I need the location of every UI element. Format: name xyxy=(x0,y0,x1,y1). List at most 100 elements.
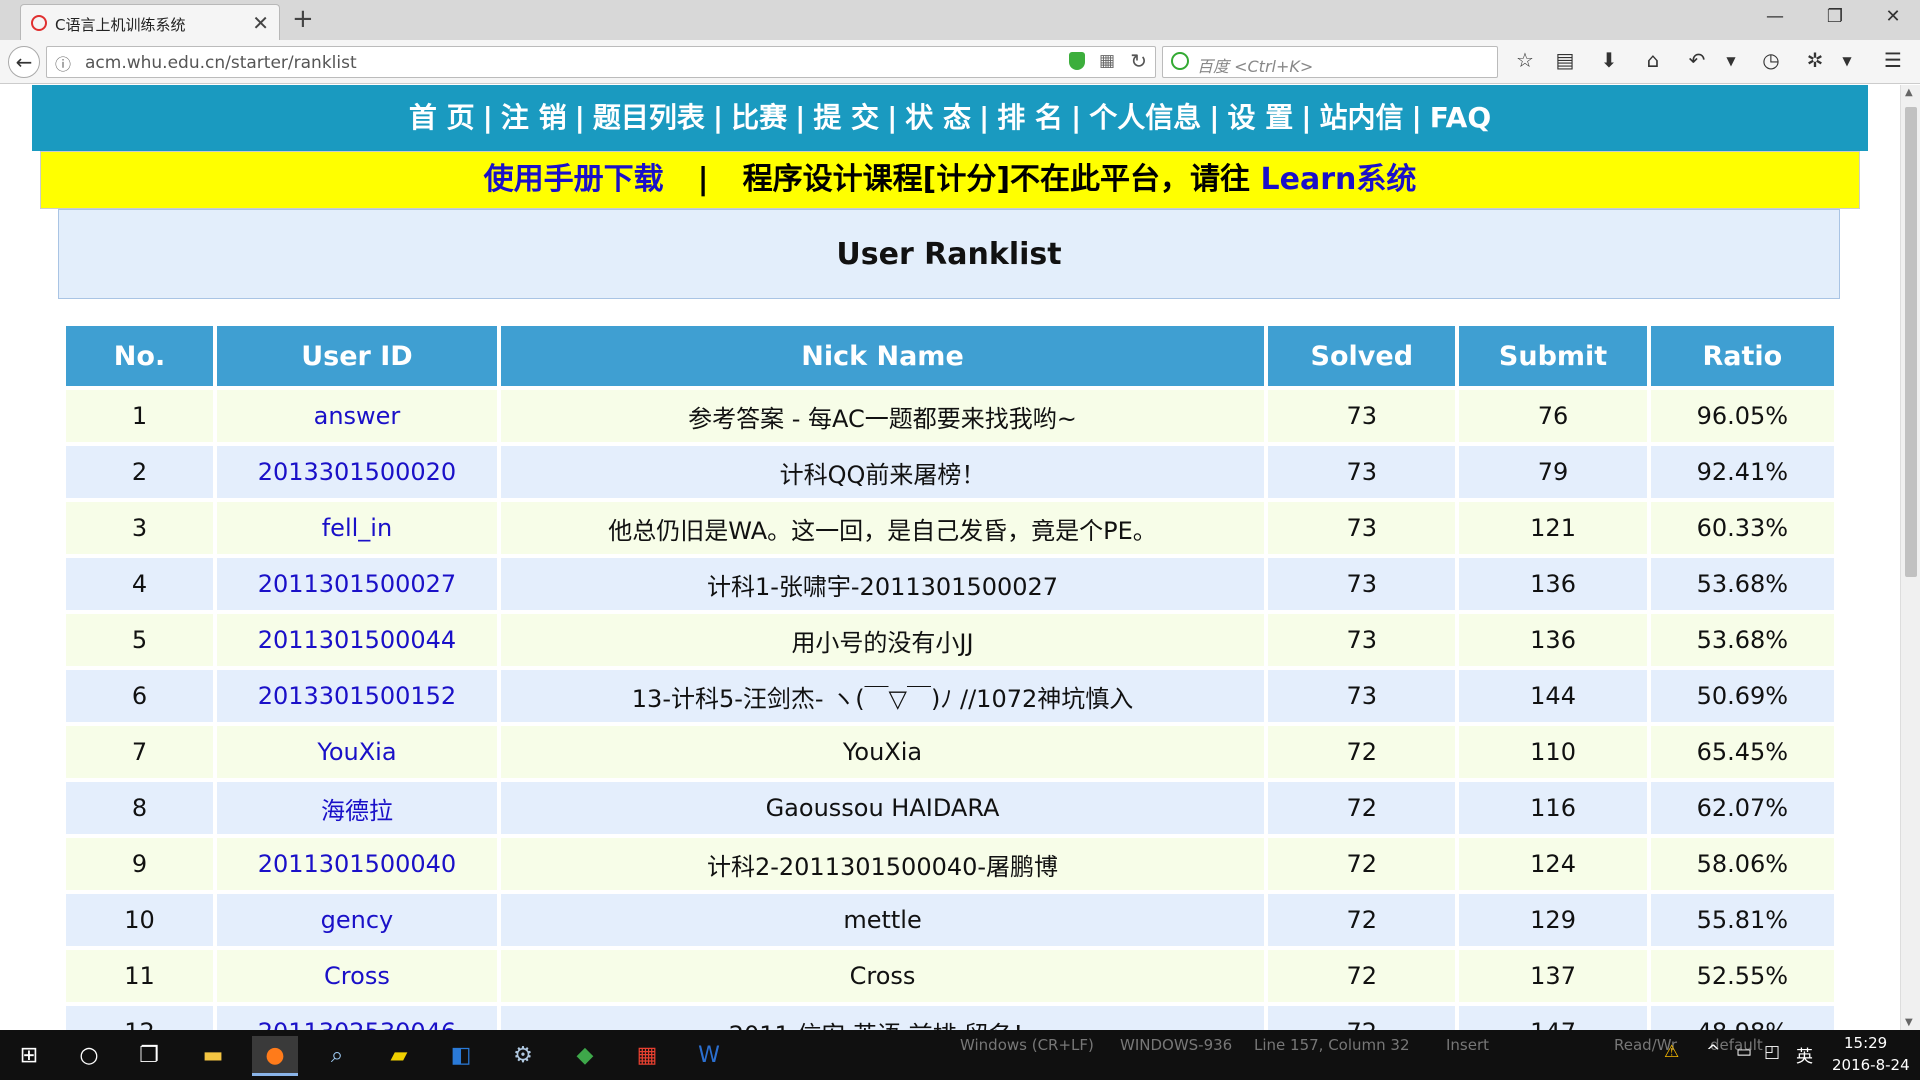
show-hidden-icons-icon[interactable]: ^ xyxy=(1706,1042,1720,1062)
table-row: 1 answer 参考答案 - 每AC一题都要来找我哟~ 73 76 96.05… xyxy=(66,390,1834,442)
clock-date[interactable]: 2016-8-24 xyxy=(1832,1056,1910,1074)
menu-item-status[interactable]: 状 态 xyxy=(905,101,971,134)
rank-cell: 1 xyxy=(66,390,213,442)
rank-cell: 3 xyxy=(66,502,213,554)
reload-icon[interactable]: ↻ xyxy=(1130,49,1147,73)
column-header-ratio: Ratio xyxy=(1650,326,1834,386)
extension-icon[interactable]: ✲ xyxy=(1800,48,1830,72)
extension-dropdown-icon[interactable]: ▼ xyxy=(1832,54,1862,68)
search-placeholder[interactable]: 百度 <Ctrl+K> xyxy=(1197,53,1313,77)
search-bar[interactable]: 百度 <Ctrl+K> xyxy=(1162,46,1498,78)
word-icon[interactable]: W xyxy=(686,1036,732,1076)
back-arrow-icon[interactable]: ← xyxy=(8,46,40,78)
menu-item-logout[interactable]: 注 销 xyxy=(501,101,567,134)
nick-name-cell: 参考答案 - 每AC一题都要来找我哟~ xyxy=(500,390,1265,442)
rank-cell: 4 xyxy=(66,558,213,610)
undo-dropdown-icon[interactable]: ▼ xyxy=(1716,54,1746,68)
search-app-icon[interactable]: ⌕ xyxy=(314,1036,360,1076)
menu-item-faq[interactable]: FAQ xyxy=(1430,101,1491,134)
undo-icon[interactable]: ↶ xyxy=(1682,48,1712,72)
user-id-link[interactable]: 2011302530046 xyxy=(217,1006,497,1030)
user-id-link[interactable]: 2013301500152 xyxy=(217,670,497,722)
windows-start-icon[interactable]: ⊞ xyxy=(6,1036,52,1076)
network-icon[interactable]: ◰ xyxy=(1764,1042,1780,1062)
ime-indicator[interactable]: 英 xyxy=(1796,1042,1813,1067)
user-id-link[interactable]: 2011301500040 xyxy=(217,838,497,890)
download-icon[interactable]: ⬇ xyxy=(1594,48,1624,72)
solved-cell: 73 xyxy=(1268,390,1456,442)
maximize-button[interactable]: ❐ xyxy=(1812,2,1858,32)
reading-list-icon[interactable]: ▤ xyxy=(1550,48,1580,72)
outlook-icon[interactable]: ◧ xyxy=(438,1036,484,1076)
taskbar: ⊞ ○ ❐ ▬ ● ⌕ ▰ ◧ ⚙ ◆ ▦ W Windows (CR+LF) … xyxy=(0,1030,1920,1080)
search-circle-icon[interactable]: ○ xyxy=(66,1036,112,1076)
menu-item-submit[interactable]: 提 交 xyxy=(813,101,879,134)
history-icon[interactable]: ◷ xyxy=(1756,48,1786,72)
evernote-icon[interactable]: ◆ xyxy=(562,1036,608,1076)
browser-tab[interactable]: C语言上机训练系统 ✕ xyxy=(20,4,280,40)
minimize-button[interactable]: — xyxy=(1752,2,1798,32)
tiles-app-icon[interactable]: ▦ xyxy=(624,1036,670,1076)
solved-cell: 73 xyxy=(1268,558,1456,610)
user-id-link[interactable]: 2011301500027 xyxy=(217,558,497,610)
rank-cell: 10 xyxy=(66,894,213,946)
hamburger-menu-icon[interactable]: ☰ xyxy=(1878,48,1908,72)
firefox-icon[interactable]: ● xyxy=(252,1036,298,1076)
home-icon[interactable]: ⌂ xyxy=(1638,48,1668,72)
user-id-link[interactable]: YouXia xyxy=(217,726,497,778)
status-line-ending: Windows (CR+LF) xyxy=(960,1036,1094,1054)
new-tab-button[interactable]: + xyxy=(292,4,314,34)
url-text[interactable]: acm.whu.edu.cn/starter/ranklist xyxy=(85,53,357,73)
url-bar[interactable]: ⓘ acm.whu.edu.cn/starter/ranklist ▦ ↻ xyxy=(46,46,1156,78)
warning-icon[interactable]: ⚠ xyxy=(1664,1042,1679,1062)
nick-name-cell: 2011 信安 英语 前排 留名！ xyxy=(500,1006,1265,1030)
user-id-link[interactable]: answer xyxy=(217,390,497,442)
notice-text: 程序设计课程[计分]不在此平台，请往 xyxy=(742,162,1251,197)
page-title: User Ranklist xyxy=(58,209,1840,299)
ratio-cell: 53.68% xyxy=(1650,558,1834,610)
ratio-cell: 96.05% xyxy=(1650,390,1834,442)
rank-cell: 12 xyxy=(66,1006,213,1030)
file-explorer-icon[interactable]: ▬ xyxy=(190,1036,236,1076)
learn-system-link[interactable]: Learn系统 xyxy=(1260,162,1416,197)
submit-cell: 136 xyxy=(1459,558,1647,610)
menu-separator: | xyxy=(979,101,990,134)
qr-code-icon[interactable]: ▦ xyxy=(1099,51,1115,71)
bookmark-star-icon[interactable]: ☆ xyxy=(1510,48,1540,72)
vertical-scrollbar[interactable]: ▲ ▼ xyxy=(1900,85,1920,1030)
user-id-link[interactable]: 海德拉 xyxy=(217,782,497,834)
battery-icon[interactable]: ▭ xyxy=(1736,1042,1752,1062)
pdf-reader-icon[interactable]: ▰ xyxy=(376,1036,422,1076)
tab-close-icon[interactable]: ✕ xyxy=(252,11,269,35)
menu-item-problems[interactable]: 题目列表 xyxy=(593,101,705,134)
menu-separator: | xyxy=(1209,101,1220,134)
menu-item-home[interactable]: 首 页 xyxy=(409,101,475,134)
rank-cell: 7 xyxy=(66,726,213,778)
site-info-icon[interactable]: ⓘ xyxy=(55,51,71,75)
menu-item-contests[interactable]: 比赛 xyxy=(731,101,787,134)
user-id-link[interactable]: 2011301500044 xyxy=(217,614,497,666)
rank-cell: 9 xyxy=(66,838,213,890)
menu-item-settings[interactable]: 设 置 xyxy=(1228,101,1294,134)
user-id-link[interactable]: 2013301500020 xyxy=(217,446,497,498)
solved-cell: 72 xyxy=(1268,894,1456,946)
menu-item-messages[interactable]: 站内信 xyxy=(1320,101,1404,134)
manual-download-link[interactable]: 使用手册下载 xyxy=(484,162,664,197)
scroll-up-arrow-icon[interactable]: ▲ xyxy=(1905,87,1913,98)
tool-app-icon[interactable]: ⚙ xyxy=(500,1036,546,1076)
scroll-down-arrow-icon[interactable]: ▼ xyxy=(1905,1017,1913,1028)
rank-cell: 8 xyxy=(66,782,213,834)
menu-item-ranklist[interactable]: 排 名 xyxy=(997,101,1063,134)
user-id-link[interactable]: fell_in xyxy=(217,502,497,554)
user-id-link[interactable]: gency xyxy=(217,894,497,946)
clock-time[interactable]: 15:29 xyxy=(1844,1034,1887,1052)
task-view-icon[interactable]: ❐ xyxy=(126,1036,172,1076)
close-window-button[interactable]: ✕ xyxy=(1870,2,1916,32)
scrollbar-thumb[interactable] xyxy=(1905,107,1917,577)
menu-item-profile[interactable]: 个人信息 xyxy=(1089,101,1201,134)
ratio-cell: 62.07% xyxy=(1650,782,1834,834)
user-id-link[interactable]: Cross xyxy=(217,950,497,1002)
menu-separator: | xyxy=(1411,101,1422,134)
shield-icon[interactable] xyxy=(1069,52,1085,70)
submit-cell: 124 xyxy=(1459,838,1647,890)
